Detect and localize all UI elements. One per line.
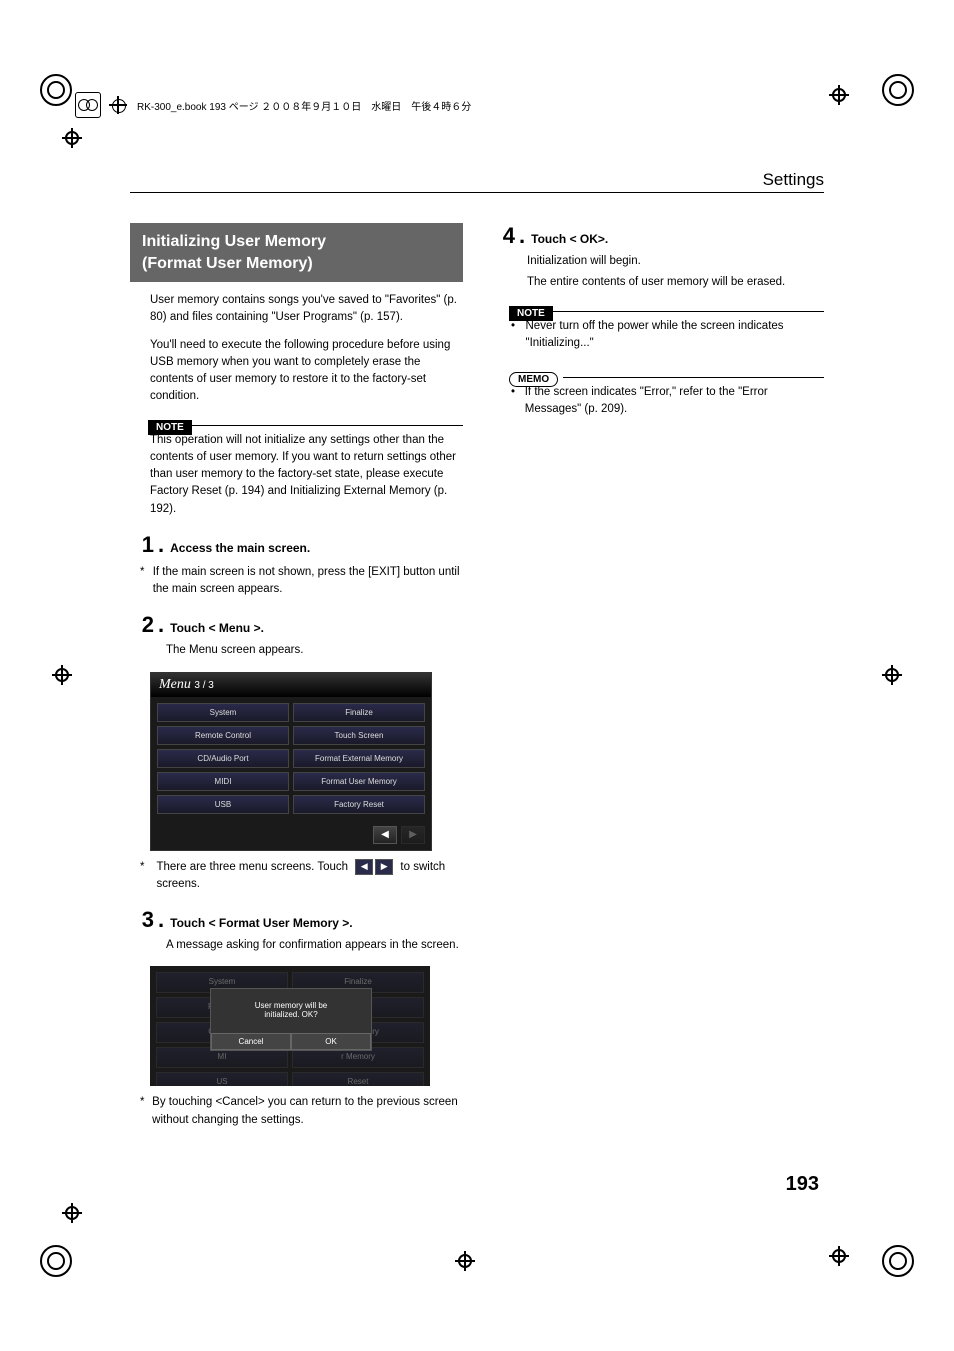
page-section-title: Settings (130, 170, 824, 190)
step-3-body: A message asking for confirmation appear… (166, 937, 463, 954)
ok-button[interactable]: OK (291, 1033, 371, 1050)
step-2-note: * There are three menu screens. Touch ◀ … (140, 859, 463, 894)
bg-btn: US (156, 1072, 288, 1087)
menu-grid: System Finalize Remote Control Touch Scr… (151, 697, 431, 820)
menu-btn-touchscreen[interactable]: Touch Screen (293, 726, 425, 745)
reg-mark-br2 (829, 1246, 849, 1266)
step-1-title: Access the main screen. (170, 541, 310, 555)
right-column: 4. Touch < OK>. Initialization will begi… (491, 223, 824, 1129)
runhead-text: RK-300_e.book 193 ページ ２００８年９月１０日 水曜日 午後４… (137, 98, 471, 113)
dialog-screenshot: System Finalize Remote Screen CD/Auc nal… (150, 966, 430, 1086)
step-4-body-1: Initialization will begin. (527, 253, 824, 270)
menu-btn-remote[interactable]: Remote Control (157, 726, 289, 745)
step-1-note-text: If the main screen is not shown, press t… (153, 564, 463, 599)
menu-btn-factory-reset[interactable]: Factory Reset (293, 795, 425, 814)
step-2-note-text: There are three menu screens. Touch ◀ ▶ … (156, 859, 463, 894)
dialog-msg-1: User memory will be (211, 1001, 371, 1010)
menu-btn-system[interactable]: System (157, 703, 289, 722)
menu-btn-format-ext[interactable]: Format External Memory (293, 749, 425, 768)
step-4-body-2: The entire contents of user memory will … (527, 274, 824, 291)
step-4-number: 4 (491, 223, 515, 249)
page-content: Settings Initializing User Memory (Forma… (130, 175, 824, 1129)
section-heading: Initializing User Memory (Format User Me… (130, 223, 463, 282)
running-header: RK-300_e.book 193 ページ ２００８年９月１０日 水曜日 午後４… (75, 90, 879, 120)
menu-title-text: Menu (159, 677, 191, 692)
menu-btn-cdaudio[interactable]: CD/Audio Port (157, 749, 289, 768)
menu-btn-midi[interactable]: MIDI (157, 772, 289, 791)
menu-btn-format-user[interactable]: Format User Memory (293, 772, 425, 791)
reg-mark-tl (36, 70, 76, 110)
step-2-body: The Menu screen appears. (166, 642, 463, 659)
dialog-msg-2: initialized. OK? (211, 1010, 371, 1019)
inline-nav-next-icon: ▶ (375, 859, 393, 875)
note-bullet-1: • Never turn off the power while the scr… (511, 318, 824, 353)
step-1: 1. Access the main screen. (130, 532, 463, 558)
step-1-note: * If the main screen is not shown, press… (140, 564, 463, 599)
intro-para-2: You'll need to execute the following pro… (150, 337, 463, 406)
section-heading-line1: Initializing User Memory (142, 231, 451, 253)
cancel-button[interactable]: Cancel (211, 1033, 291, 1050)
step-4-title: Touch < OK>. (531, 232, 608, 246)
reg-mark-bottom (455, 1251, 475, 1271)
note-rule (190, 425, 463, 426)
menu-footer: ◀ ▶ (151, 820, 431, 850)
menu-btn-usb[interactable]: USB (157, 795, 289, 814)
memo-bullet-1-text: If the screen indicates "Error," refer t… (525, 384, 824, 419)
header-reg-icon (109, 96, 127, 114)
intro-para-1: User memory contains songs you've saved … (150, 292, 463, 327)
step-2-title: Touch < Menu >. (170, 621, 264, 635)
note-bullet-1-text: Never turn off the power while the scree… (526, 318, 825, 353)
step-3-title: Touch < Format User Memory >. (170, 916, 353, 930)
memo-rule (563, 377, 824, 378)
step-2: 2. Touch < Menu >. (130, 612, 463, 638)
reg-mark-tr (878, 70, 918, 110)
confirm-dialog: User memory will be initialized. OK? Can… (210, 988, 372, 1051)
menu-btn-finalize[interactable]: Finalize (293, 703, 425, 722)
note-rule-2 (551, 311, 824, 312)
page-number: 193 (786, 1173, 819, 1196)
step-2-note-a: There are three menu screens. Touch (156, 861, 348, 873)
menu-page-indicator: 3 / 3 (194, 680, 213, 691)
reg-mark-tl2 (62, 128, 82, 148)
reg-mark-bl2 (62, 1203, 82, 1223)
reg-mark-br (878, 1241, 918, 1281)
step-3: 3. Touch < Format User Memory >. (130, 907, 463, 933)
step-3-note: * By touching <Cancel> you can return to… (140, 1094, 463, 1129)
left-column: Initializing User Memory (Format User Me… (130, 223, 463, 1129)
inline-nav-icons: ◀ ▶ (354, 859, 394, 875)
memo-bullet-1: • If the screen indicates "Error," refer… (511, 384, 824, 419)
header-rule (130, 192, 824, 193)
bg-btn: Reset (292, 1072, 424, 1087)
reg-mark-right (882, 665, 902, 685)
reg-mark-bl (36, 1241, 76, 1281)
nav-prev-icon[interactable]: ◀ (373, 826, 397, 844)
step-4: 4. Touch < OK>. (491, 223, 824, 249)
book-icon (75, 92, 101, 118)
step-1-number: 1 (130, 532, 154, 558)
section-heading-line2: (Format User Memory) (142, 253, 451, 275)
nav-next-icon[interactable]: ▶ (401, 826, 425, 844)
note-text-1: This operation will not initialize any s… (150, 432, 463, 518)
menu-title-bar: Menu 3 / 3 (151, 673, 431, 697)
step-2-number: 2 (130, 612, 154, 638)
step-3-note-text: By touching <Cancel> you can return to t… (152, 1094, 463, 1129)
step-3-number: 3 (130, 907, 154, 933)
menu-screenshot: Menu 3 / 3 System Finalize Remote Contro… (150, 672, 432, 851)
reg-mark-left (52, 665, 72, 685)
inline-nav-prev-icon: ◀ (355, 859, 373, 875)
